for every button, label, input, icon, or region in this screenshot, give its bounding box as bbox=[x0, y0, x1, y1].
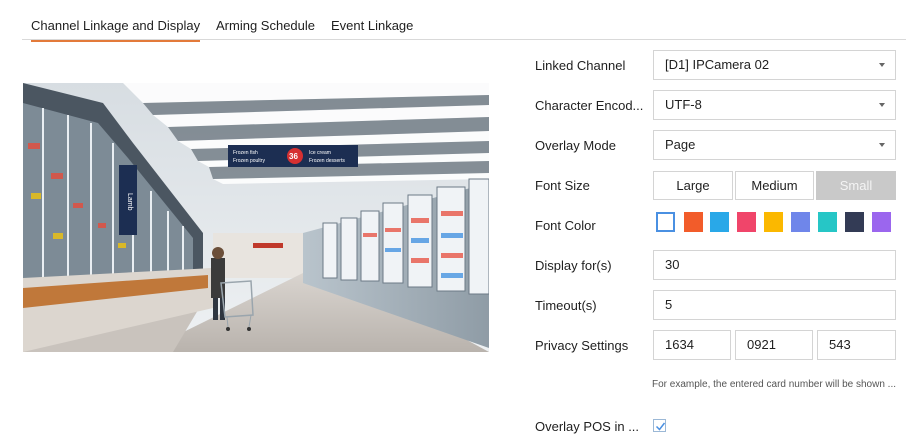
chevron-down-icon bbox=[879, 143, 885, 147]
linked-channel-value: [D1] IPCamera 02 bbox=[665, 57, 770, 72]
font-size-small-button: Small bbox=[816, 171, 896, 200]
display-for-input[interactable]: 30 bbox=[653, 250, 896, 280]
overlay-pos-checkbox[interactable] bbox=[653, 419, 666, 432]
preview-sign-aisle-number: 36 bbox=[289, 152, 298, 161]
font-color-swatch-teal[interactable] bbox=[818, 212, 837, 232]
privacy-field-3[interactable]: 543 bbox=[817, 330, 896, 360]
font-size-label: Font Size bbox=[535, 178, 590, 193]
preview-sign-frozen-fish: Frozen fish bbox=[233, 150, 258, 156]
tab-arming-schedule[interactable]: Arming Schedule bbox=[216, 18, 315, 33]
linked-channel-select[interactable]: [D1] IPCamera 02 bbox=[653, 50, 896, 80]
chevron-down-icon bbox=[879, 63, 885, 67]
preview-image: Lamb Frozen fish Frozen poultry 36 Ice c… bbox=[23, 83, 489, 352]
preview-sign-lamb: Lamb bbox=[126, 193, 133, 211]
font-color-swatch-blue[interactable] bbox=[710, 212, 729, 232]
linked-channel-label: Linked Channel bbox=[535, 58, 626, 73]
timeout-input[interactable]: 5 bbox=[653, 290, 896, 320]
font-size-medium-button[interactable]: Medium bbox=[735, 171, 814, 200]
privacy-field-1[interactable]: 1634 bbox=[653, 330, 731, 360]
tab-channel-linkage[interactable]: Channel Linkage and Display bbox=[31, 18, 201, 42]
overlay-mode-select[interactable]: Page bbox=[653, 130, 896, 160]
checkmark-icon bbox=[655, 422, 666, 431]
font-color-swatch-purple[interactable] bbox=[872, 212, 891, 232]
character-encoding-value: UTF-8 bbox=[665, 97, 702, 112]
font-color-label: Font Color bbox=[535, 218, 596, 233]
tab-event-linkage[interactable]: Event Linkage bbox=[331, 18, 413, 33]
preview-sign-frozen-desserts: Frozen desserts bbox=[309, 158, 345, 164]
display-for-label: Display for(s) bbox=[535, 258, 612, 273]
overlay-mode-value: Page bbox=[665, 137, 696, 152]
privacy-field-2[interactable]: 0921 bbox=[735, 330, 813, 360]
font-color-swatch-orange[interactable] bbox=[684, 212, 703, 232]
preview-sign-frozen-poultry: Frozen poultry bbox=[233, 158, 265, 164]
font-color-swatch-periwinkle[interactable] bbox=[791, 212, 810, 232]
font-color-swatch-white[interactable] bbox=[656, 212, 675, 232]
font-color-swatch-yellow[interactable] bbox=[764, 212, 783, 232]
privacy-hint-text: For example, the entered card number wil… bbox=[652, 379, 897, 390]
privacy-settings-label: Privacy Settings bbox=[535, 338, 629, 353]
font-color-swatch-pink[interactable] bbox=[737, 212, 756, 232]
character-encoding-label: Character Encod... bbox=[535, 98, 644, 113]
overlay-mode-label: Overlay Mode bbox=[535, 138, 616, 153]
timeout-label: Timeout(s) bbox=[535, 298, 597, 313]
tab-bar: Channel Linkage and Display Arming Sched… bbox=[22, 8, 906, 42]
preview-sign-ice-cream: Ice cream bbox=[309, 150, 331, 156]
camera-preview: Lamb Frozen fish Frozen poultry 36 Ice c… bbox=[23, 83, 489, 352]
overlay-pos-label: Overlay POS in ... bbox=[535, 419, 640, 434]
chevron-down-icon bbox=[879, 103, 885, 107]
font-color-swatch-navy[interactable] bbox=[845, 212, 864, 232]
font-size-large-button[interactable]: Large bbox=[653, 171, 733, 200]
character-encoding-select[interactable]: UTF-8 bbox=[653, 90, 896, 120]
